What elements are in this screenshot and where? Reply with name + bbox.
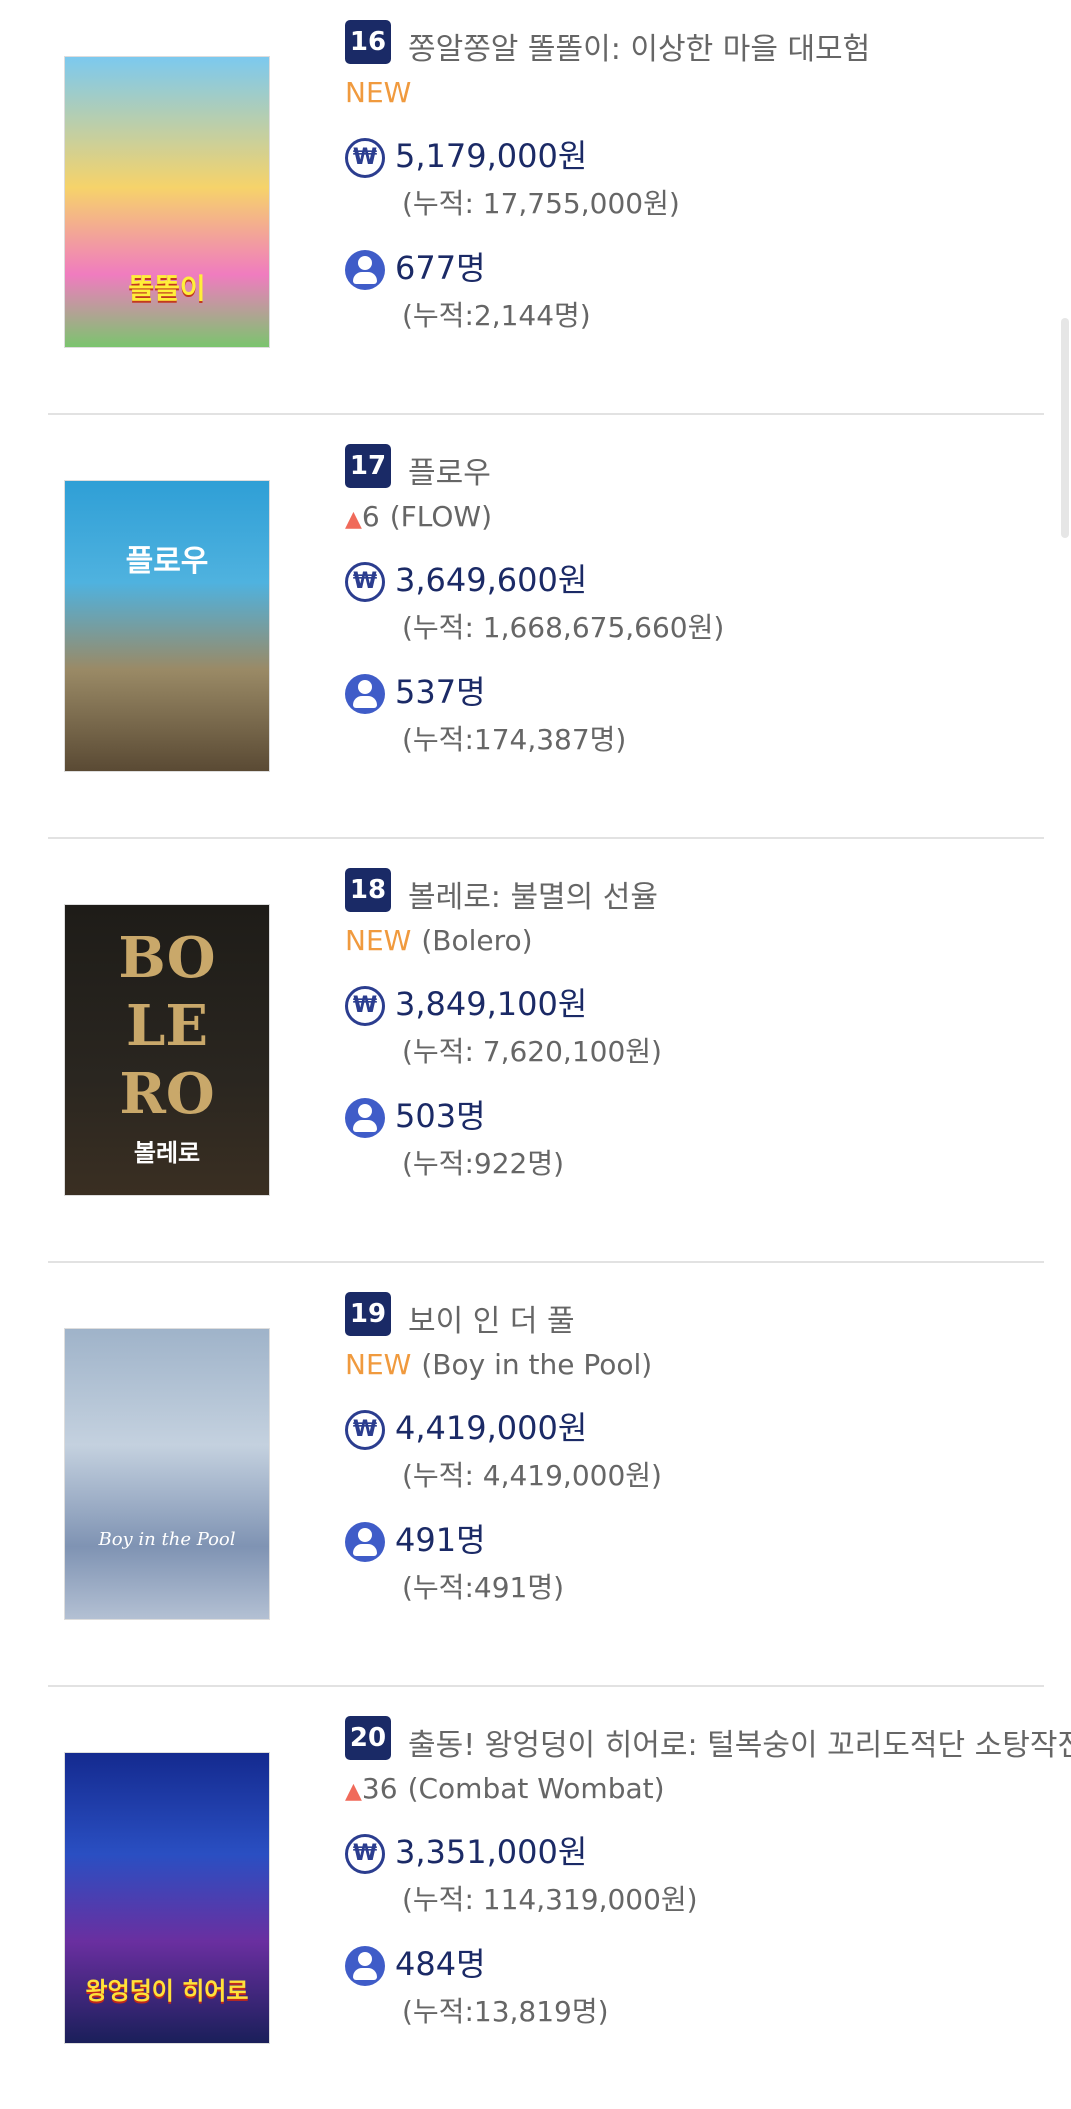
revenue-cumulative: (누적: 17,755,000원) xyxy=(402,187,680,220)
new-badge: NEW xyxy=(345,924,412,957)
movie-title[interactable]: 플로우 xyxy=(408,448,491,492)
poster-title: 플로우 xyxy=(125,544,209,579)
won-icon: ₩ xyxy=(345,1834,385,1874)
rank-badge: 18 xyxy=(345,868,391,912)
audience-row: 537명 xyxy=(345,667,486,714)
rank-badge: 20 xyxy=(345,1716,391,1760)
person-icon xyxy=(345,1098,385,1138)
revenue-row: ₩5,179,000원 xyxy=(345,131,587,178)
audience-cumulative: (누적:491명) xyxy=(402,1571,565,1604)
revenue-value: 3,649,600원 xyxy=(395,561,588,599)
new-badge: NEW xyxy=(345,1348,412,1381)
original-title: (FLOW) xyxy=(389,500,493,533)
revenue-cumulative: (누적: 4,419,000원) xyxy=(402,1459,662,1492)
scrollbar[interactable] xyxy=(1061,318,1069,538)
audience-value: 484명 xyxy=(395,1945,486,1983)
list-item[interactable]: BO LE RO 볼레로 18 볼레로: 불멸의 선율 NEW (Bolero) … xyxy=(48,837,1044,1263)
poster-title: RO xyxy=(119,1061,215,1127)
original-title: (Bolero) xyxy=(421,924,533,957)
list-item[interactable]: Boy in the Pool 19 보이 인 더 풀 NEW (Boy in t… xyxy=(48,1261,1044,1687)
person-icon xyxy=(345,1946,385,1986)
revenue-row: ₩3,849,100원 xyxy=(345,979,587,1026)
movie-poster[interactable]: Boy in the Pool xyxy=(64,1328,270,1620)
audience-value: 677명 xyxy=(395,249,486,287)
rank-up-icon: ▲ xyxy=(345,507,362,532)
list-item[interactable]: 왕엉덩이 히어로 20 출동! 왕엉덩이 히어로: 털복숭이 꼬리도적단 소탕작… xyxy=(48,1685,1071,2109)
poster-title: LE xyxy=(125,993,209,1059)
movie-poster[interactable]: 왕엉덩이 히어로 xyxy=(64,1752,270,2044)
revenue-value: 4,419,000원 xyxy=(395,1409,588,1447)
rank-badge: 17 xyxy=(345,444,391,488)
revenue-cumulative: (누적: 114,319,000원) xyxy=(402,1883,698,1916)
audience-cumulative: (누적:13,819명) xyxy=(402,1995,609,2028)
revenue-cumulative: (누적: 7,620,100원) xyxy=(402,1035,662,1068)
audience-row: 484명 xyxy=(345,1939,486,1986)
status-line: ▲36 (Combat Wombat) xyxy=(345,1772,665,1805)
movie-title[interactable]: 출동! 왕엉덩이 히어로: 털복숭이 꼬리도적단 소탕작전 xyxy=(408,1720,1071,1764)
rank-up-icon: ▲ xyxy=(345,1779,362,1804)
status-line: ▲6 (FLOW) xyxy=(345,500,492,533)
person-icon xyxy=(345,250,385,290)
won-icon: ₩ xyxy=(345,562,385,602)
audience-row: 491명 xyxy=(345,1515,486,1562)
rank-badge: 19 xyxy=(345,1292,391,1336)
audience-row: 503명 xyxy=(345,1091,486,1138)
status-line: NEW (Bolero) xyxy=(345,924,533,957)
poster-title: 똘똘이 xyxy=(128,272,206,305)
revenue-value: 3,849,100원 xyxy=(395,985,588,1023)
revenue-row: ₩4,419,000원 xyxy=(345,1403,587,1450)
rank-badge: 16 xyxy=(345,20,391,64)
revenue-value: 3,351,000원 xyxy=(395,1833,588,1871)
status-line: NEW (Boy in the Pool) xyxy=(345,1348,652,1381)
revenue-row: ₩3,649,600원 xyxy=(345,555,587,602)
movie-title[interactable]: 쫑알쫑알 똘똘이: 이상한 마을 대모험 xyxy=(408,24,870,68)
audience-cumulative: (누적:922명) xyxy=(402,1147,565,1180)
new-badge: NEW xyxy=(345,76,412,109)
won-icon: ₩ xyxy=(345,1410,385,1450)
rank-change: 36 xyxy=(361,1772,398,1805)
movie-poster[interactable]: 똘똘이 xyxy=(64,56,270,348)
movie-poster[interactable]: 플로우 xyxy=(64,480,270,772)
revenue-row: ₩3,351,000원 xyxy=(345,1827,587,1874)
audience-cumulative: (누적:174,387명) xyxy=(402,723,627,756)
audience-cumulative: (누적:2,144명) xyxy=(402,299,591,332)
list-item[interactable]: 똘똘이 16 쫑알쫑알 똘똘이: 이상한 마을 대모험 NEW ₩5,179,0… xyxy=(48,0,1044,415)
won-icon: ₩ xyxy=(345,986,385,1026)
audience-value: 537명 xyxy=(395,673,486,711)
original-title: (Boy in the Pool) xyxy=(421,1348,653,1381)
revenue-cumulative: (누적: 1,668,675,660원) xyxy=(402,611,725,644)
audience-row: 677명 xyxy=(345,243,486,290)
audience-value: 503명 xyxy=(395,1097,486,1135)
original-title: (Combat Wombat) xyxy=(407,1772,665,1805)
won-icon: ₩ xyxy=(345,138,385,178)
audience-value: 491명 xyxy=(395,1521,486,1559)
list-item[interactable]: 플로우 17 플로우 ▲6 (FLOW) ₩3,649,600원 (누적: 1,6… xyxy=(48,413,1044,839)
movie-title[interactable]: 보이 인 더 풀 xyxy=(408,1296,575,1340)
person-icon xyxy=(345,1522,385,1562)
poster-title: Boy in the Pool xyxy=(98,1529,236,1550)
movie-title[interactable]: 볼레로: 불멸의 선율 xyxy=(408,872,658,916)
poster-title: BO xyxy=(118,925,216,991)
rank-change: 6 xyxy=(361,500,380,533)
movie-poster[interactable]: BO LE RO 볼레로 xyxy=(64,904,270,1196)
status-line: NEW xyxy=(345,76,411,109)
poster-subtitle: 볼레로 xyxy=(133,1139,201,1167)
poster-title: 왕엉덩이 히어로 xyxy=(85,1977,249,2005)
person-icon xyxy=(345,674,385,714)
revenue-value: 5,179,000원 xyxy=(395,137,588,175)
